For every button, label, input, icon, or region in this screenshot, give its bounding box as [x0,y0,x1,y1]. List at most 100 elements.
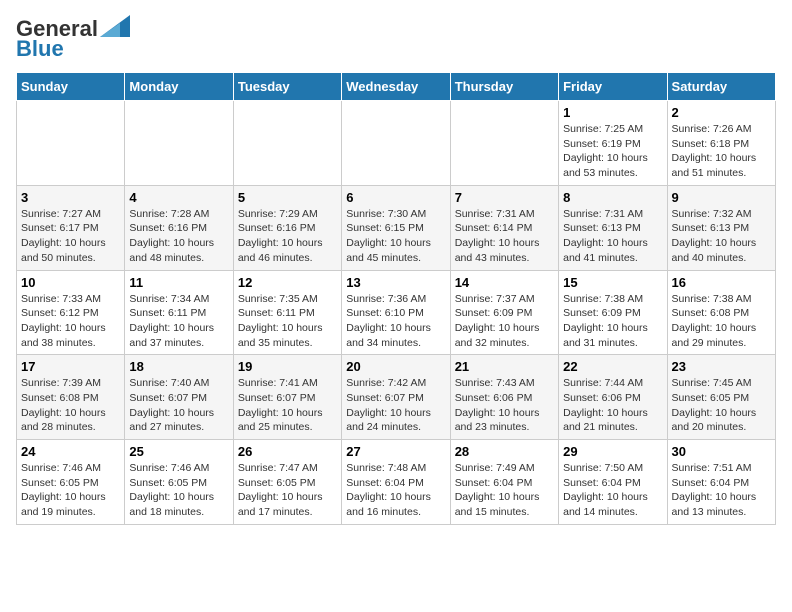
day-number: 25 [129,444,228,459]
day-info: Sunrise: 7:32 AM Sunset: 6:13 PM Dayligh… [672,207,771,266]
calendar-week-row: 17 Sunrise: 7:39 AM Sunset: 6:08 PM Dayli… [17,355,776,440]
calendar-cell: 12 Sunrise: 7:35 AM Sunset: 6:11 PM Dayli… [233,270,341,355]
day-number: 10 [21,275,120,290]
weekday-header: Wednesday [342,73,450,101]
calendar-cell: 3 Sunrise: 7:27 AM Sunset: 6:17 PM Daylig… [17,185,125,270]
calendar-cell: 16Sunrise: 7:38 AM Sunset: 6:08 PM Dayli… [667,270,775,355]
day-number: 6 [346,190,445,205]
day-info: Sunrise: 7:41 AM Sunset: 6:07 PM Dayligh… [238,376,337,435]
day-number: 18 [129,359,228,374]
weekday-header: Saturday [667,73,775,101]
calendar-cell: 21 Sunrise: 7:43 AM Sunset: 6:06 PM Dayli… [450,355,558,440]
logo-icon [100,15,130,37]
day-number: 9 [672,190,771,205]
calendar-cell [342,101,450,186]
calendar-cell: 4Sunrise: 7:28 AM Sunset: 6:16 PM Daylig… [125,185,233,270]
day-info: Sunrise: 7:31 AM Sunset: 6:14 PM Dayligh… [455,207,554,266]
day-number: 13 [346,275,445,290]
calendar-week-row: 24 Sunrise: 7:46 AM Sunset: 6:05 PM Dayli… [17,440,776,525]
day-info: Sunrise: 7:27 AM Sunset: 6:17 PM Dayligh… [21,207,120,266]
weekday-header: Thursday [450,73,558,101]
day-info: Sunrise: 7:25 AM Sunset: 6:19 PM Dayligh… [563,122,662,181]
day-number: 8 [563,190,662,205]
page-header: General Blue [16,16,776,62]
calendar-cell: 15 Sunrise: 7:38 AM Sunset: 6:09 PM Dayli… [559,270,667,355]
day-number: 26 [238,444,337,459]
day-number: 2 [672,105,771,120]
weekday-header: Monday [125,73,233,101]
day-info: Sunrise: 7:29 AM Sunset: 6:16 PM Dayligh… [238,207,337,266]
calendar-cell: 5 Sunrise: 7:29 AM Sunset: 6:16 PM Daylig… [233,185,341,270]
calendar-cell: 6 Sunrise: 7:30 AM Sunset: 6:15 PM Daylig… [342,185,450,270]
calendar-cell: 30Sunrise: 7:51 AM Sunset: 6:04 PM Dayli… [667,440,775,525]
day-number: 5 [238,190,337,205]
calendar-body: 1 Sunrise: 7:25 AM Sunset: 6:19 PM Daylig… [17,101,776,525]
day-info: Sunrise: 7:45 AM Sunset: 6:05 PM Dayligh… [672,376,771,435]
day-info: Sunrise: 7:40 AM Sunset: 6:07 PM Dayligh… [129,376,228,435]
calendar-cell [450,101,558,186]
day-info: Sunrise: 7:44 AM Sunset: 6:06 PM Dayligh… [563,376,662,435]
calendar-cell [125,101,233,186]
day-number: 20 [346,359,445,374]
calendar-table: SundayMondayTuesdayWednesdayThursdayFrid… [16,72,776,525]
day-number: 17 [21,359,120,374]
day-info: Sunrise: 7:51 AM Sunset: 6:04 PM Dayligh… [672,461,771,520]
day-info: Sunrise: 7:28 AM Sunset: 6:16 PM Dayligh… [129,207,228,266]
day-info: Sunrise: 7:42 AM Sunset: 6:07 PM Dayligh… [346,376,445,435]
calendar-header-row: SundayMondayTuesdayWednesdayThursdayFrid… [17,73,776,101]
logo-blue: Blue [16,36,64,62]
calendar-cell: 26 Sunrise: 7:47 AM Sunset: 6:05 PM Dayli… [233,440,341,525]
calendar-cell: 10 Sunrise: 7:33 AM Sunset: 6:12 PM Dayli… [17,270,125,355]
day-number: 23 [672,359,771,374]
day-info: Sunrise: 7:50 AM Sunset: 6:04 PM Dayligh… [563,461,662,520]
calendar-cell: 7 Sunrise: 7:31 AM Sunset: 6:14 PM Daylig… [450,185,558,270]
calendar-cell: 9 Sunrise: 7:32 AM Sunset: 6:13 PM Daylig… [667,185,775,270]
calendar-week-row: 10 Sunrise: 7:33 AM Sunset: 6:12 PM Dayli… [17,270,776,355]
calendar-week-row: 3 Sunrise: 7:27 AM Sunset: 6:17 PM Daylig… [17,185,776,270]
calendar-cell: 27 Sunrise: 7:48 AM Sunset: 6:04 PM Dayli… [342,440,450,525]
day-number: 21 [455,359,554,374]
day-number: 3 [21,190,120,205]
day-info: Sunrise: 7:35 AM Sunset: 6:11 PM Dayligh… [238,292,337,351]
day-number: 7 [455,190,554,205]
day-info: Sunrise: 7:46 AM Sunset: 6:05 PM Dayligh… [129,461,228,520]
day-info: Sunrise: 7:46 AM Sunset: 6:05 PM Dayligh… [21,461,120,520]
calendar-cell: 24 Sunrise: 7:46 AM Sunset: 6:05 PM Dayli… [17,440,125,525]
day-number: 29 [563,444,662,459]
day-info: Sunrise: 7:48 AM Sunset: 6:04 PM Dayligh… [346,461,445,520]
day-info: Sunrise: 7:31 AM Sunset: 6:13 PM Dayligh… [563,207,662,266]
calendar-cell: 14Sunrise: 7:37 AM Sunset: 6:09 PM Dayli… [450,270,558,355]
day-info: Sunrise: 7:43 AM Sunset: 6:06 PM Dayligh… [455,376,554,435]
logo: General Blue [16,16,130,62]
weekday-header: Sunday [17,73,125,101]
calendar-cell: 8 Sunrise: 7:31 AM Sunset: 6:13 PM Daylig… [559,185,667,270]
calendar-cell: 1 Sunrise: 7:25 AM Sunset: 6:19 PM Daylig… [559,101,667,186]
weekday-header: Tuesday [233,73,341,101]
day-info: Sunrise: 7:47 AM Sunset: 6:05 PM Dayligh… [238,461,337,520]
day-info: Sunrise: 7:26 AM Sunset: 6:18 PM Dayligh… [672,122,771,181]
calendar-cell [17,101,125,186]
day-info: Sunrise: 7:34 AM Sunset: 6:11 PM Dayligh… [129,292,228,351]
calendar-cell: 17 Sunrise: 7:39 AM Sunset: 6:08 PM Dayli… [17,355,125,440]
day-number: 15 [563,275,662,290]
calendar-cell: 18 Sunrise: 7:40 AM Sunset: 6:07 PM Dayli… [125,355,233,440]
calendar-cell: 13Sunrise: 7:36 AM Sunset: 6:10 PM Dayli… [342,270,450,355]
weekday-header: Friday [559,73,667,101]
day-number: 27 [346,444,445,459]
day-number: 24 [21,444,120,459]
day-number: 28 [455,444,554,459]
calendar-cell: 28Sunrise: 7:49 AM Sunset: 6:04 PM Dayli… [450,440,558,525]
calendar-cell: 20 Sunrise: 7:42 AM Sunset: 6:07 PM Dayli… [342,355,450,440]
calendar-cell: 11Sunrise: 7:34 AM Sunset: 6:11 PM Dayli… [125,270,233,355]
day-info: Sunrise: 7:39 AM Sunset: 6:08 PM Dayligh… [21,376,120,435]
day-number: 1 [563,105,662,120]
day-info: Sunrise: 7:38 AM Sunset: 6:08 PM Dayligh… [672,292,771,351]
calendar-week-row: 1 Sunrise: 7:25 AM Sunset: 6:19 PM Daylig… [17,101,776,186]
calendar-cell: 25 Sunrise: 7:46 AM Sunset: 6:05 PM Dayli… [125,440,233,525]
calendar-cell: 29 Sunrise: 7:50 AM Sunset: 6:04 PM Dayli… [559,440,667,525]
calendar-cell: 23 Sunrise: 7:45 AM Sunset: 6:05 PM Dayli… [667,355,775,440]
day-info: Sunrise: 7:30 AM Sunset: 6:15 PM Dayligh… [346,207,445,266]
day-info: Sunrise: 7:33 AM Sunset: 6:12 PM Dayligh… [21,292,120,351]
day-number: 12 [238,275,337,290]
day-info: Sunrise: 7:38 AM Sunset: 6:09 PM Dayligh… [563,292,662,351]
